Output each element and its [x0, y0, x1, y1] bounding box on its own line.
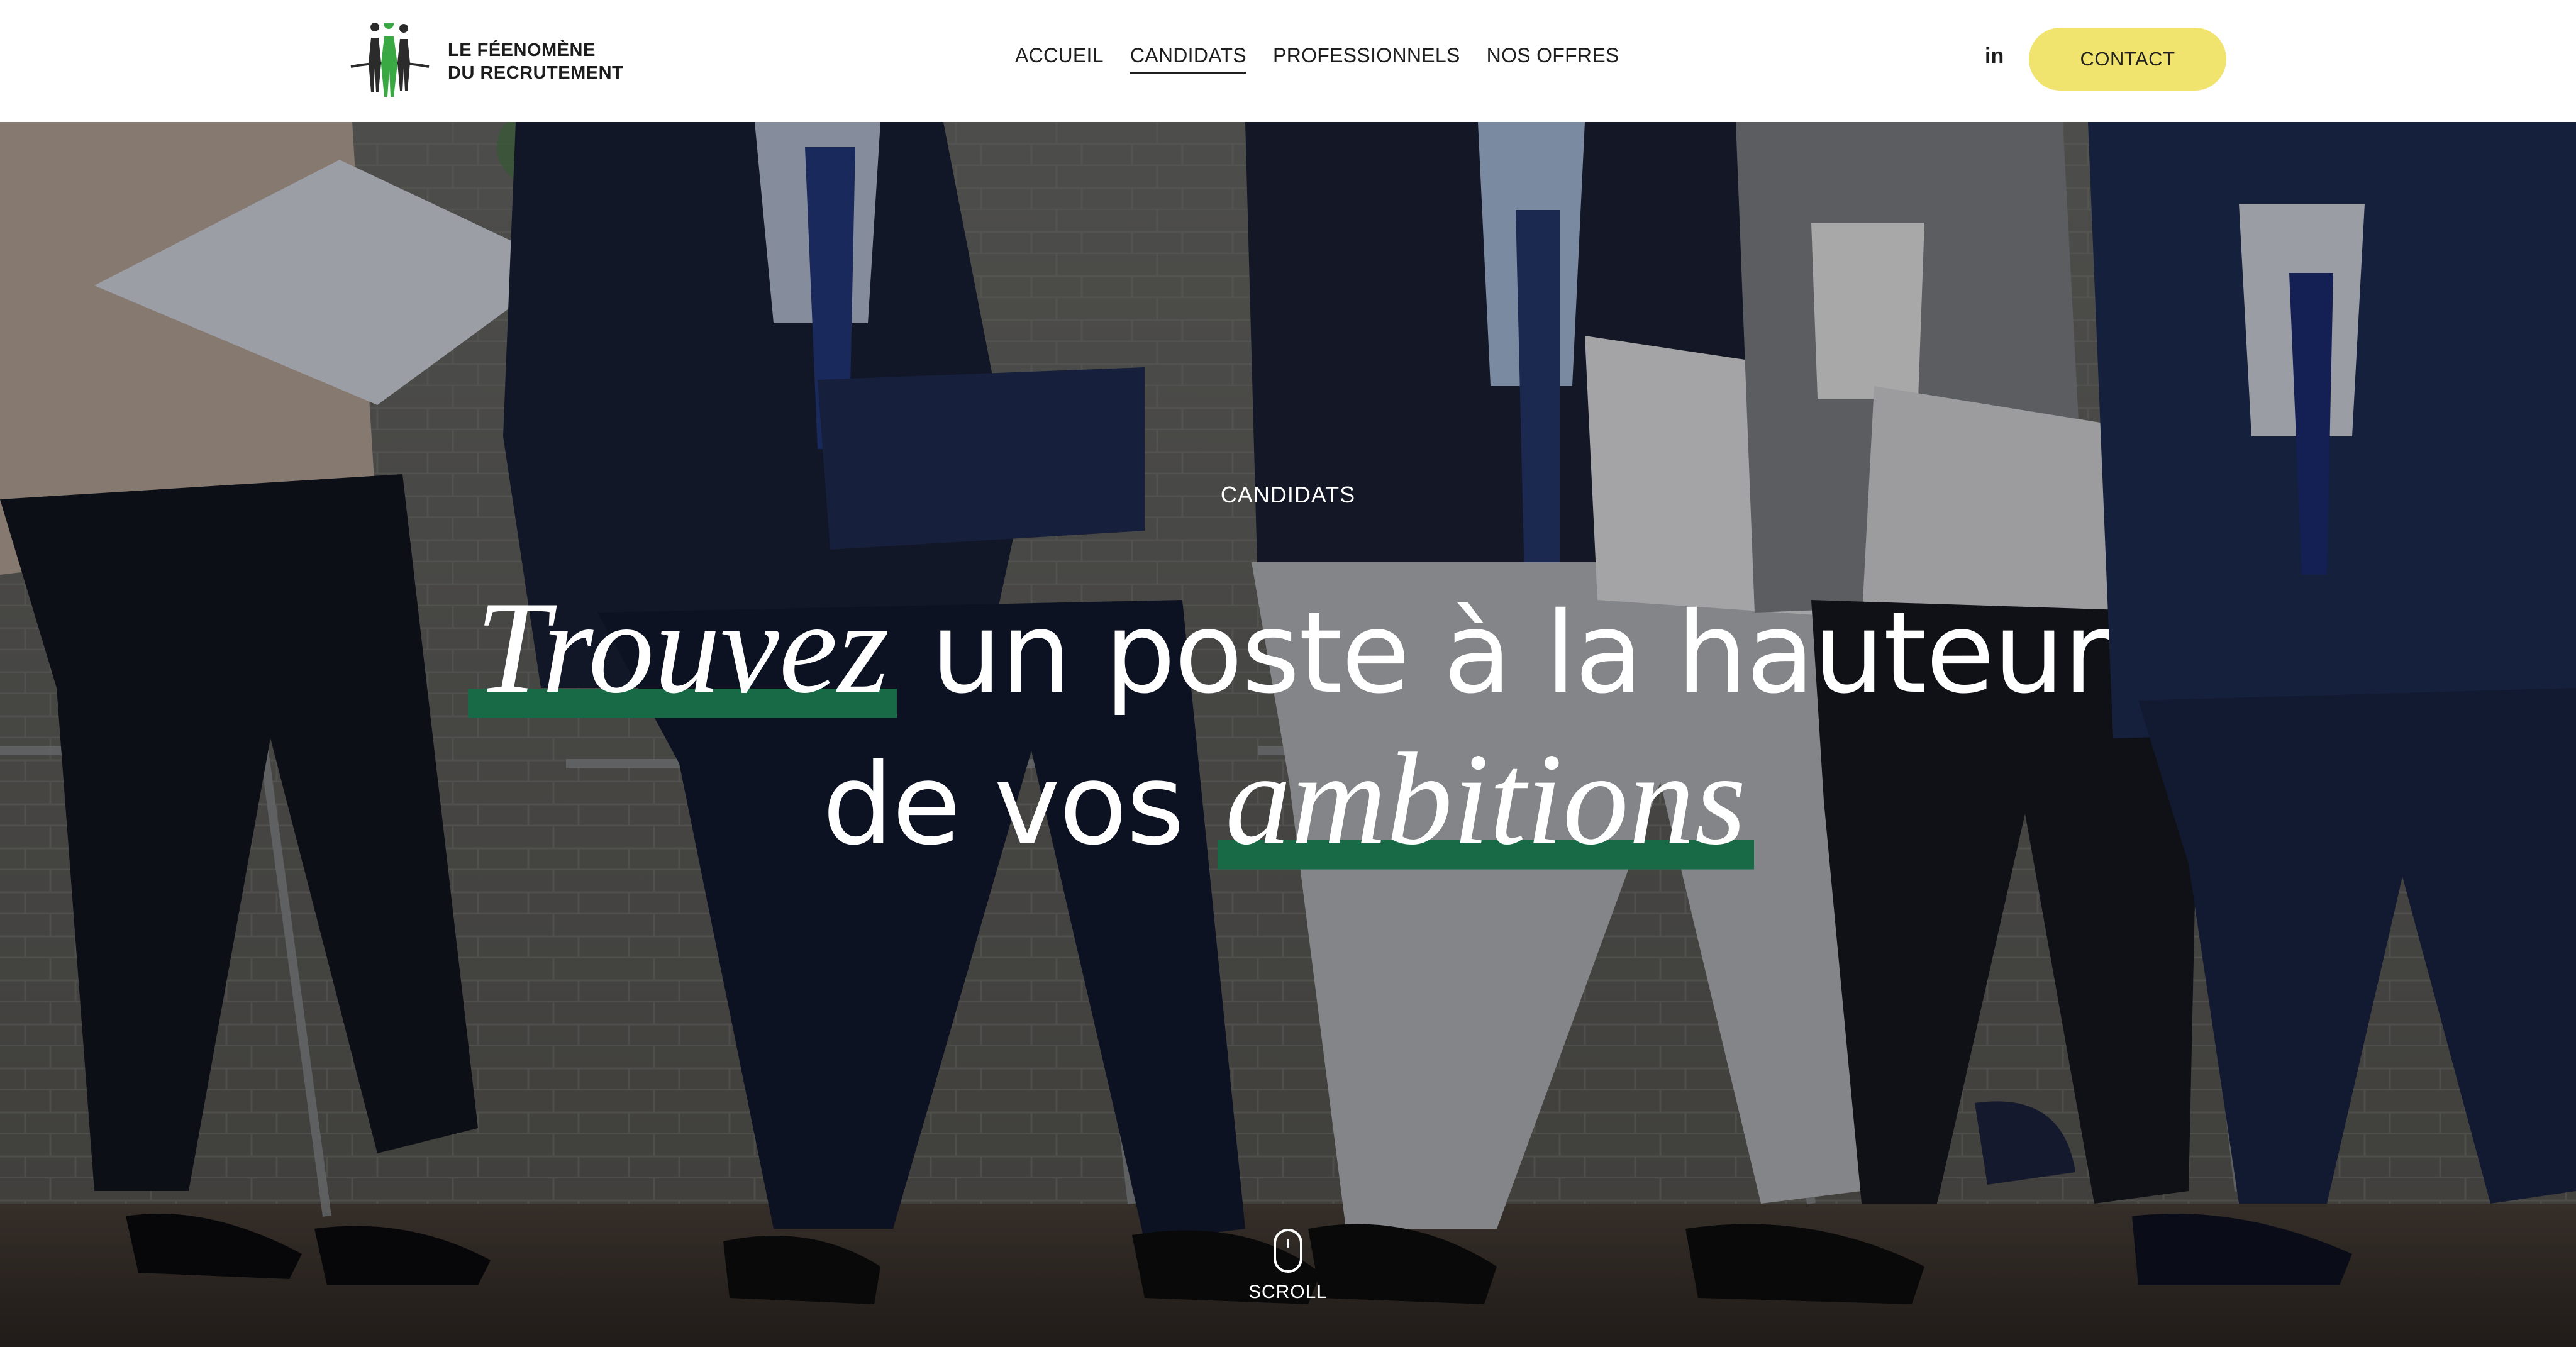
- hero-eyebrow: CANDIDATS: [1220, 482, 1356, 507]
- site-logo[interactable]: LE FÉENOMÈNE DU RECRUTEMENT: [350, 23, 623, 101]
- contact-button[interactable]: CONTACT: [2029, 28, 2226, 91]
- scroll-label: SCROLL: [1248, 1282, 1328, 1302]
- hero-title: Trouvez un poste à la hauteur de vos amb…: [0, 575, 2576, 878]
- nav-item-nos-offres[interactable]: NOS OFFRES: [1487, 44, 1619, 74]
- nav-item-candidats[interactable]: CANDIDATS: [1130, 44, 1247, 74]
- hero-title-line-1-text: un poste à la hauteur: [896, 588, 2109, 718]
- logo-line-1: LE FÉENOMÈNE: [448, 40, 596, 60]
- hero-title-highlight-trouvez: Trouvez: [468, 575, 897, 721]
- logo-icon: [350, 23, 430, 97]
- hero-title-line-2-text: de vos: [822, 740, 1218, 870]
- hero-section: CANDIDATS Trouvez un poste à la hauteur …: [0, 122, 2576, 1347]
- main-nav: ACCUEIL CANDIDATS PROFESSIONNELS NOS OFF…: [1015, 44, 1619, 74]
- hero-title-line-2: de vos ambitions: [0, 726, 2576, 878]
- nav-item-professionnels[interactable]: PROFESSIONNELS: [1273, 44, 1460, 74]
- linkedin-icon[interactable]: in: [1985, 44, 2004, 69]
- logo-text: LE FÉENOMÈNE DU RECRUTEMENT: [448, 39, 623, 84]
- nav-item-accueil[interactable]: ACCUEIL: [1015, 44, 1104, 74]
- mouse-icon: [1274, 1229, 1302, 1273]
- hero-title-line-1: Trouvez un poste à la hauteur: [0, 575, 2576, 726]
- hero-title-highlight-ambitions: ambitions: [1218, 726, 1754, 872]
- logo-line-2: DU RECRUTEMENT: [448, 63, 624, 83]
- site-header: LE FÉENOMÈNE DU RECRUTEMENT ACCUEIL CAND…: [0, 0, 2576, 122]
- scroll-indicator[interactable]: SCROLL: [0, 1229, 2576, 1303]
